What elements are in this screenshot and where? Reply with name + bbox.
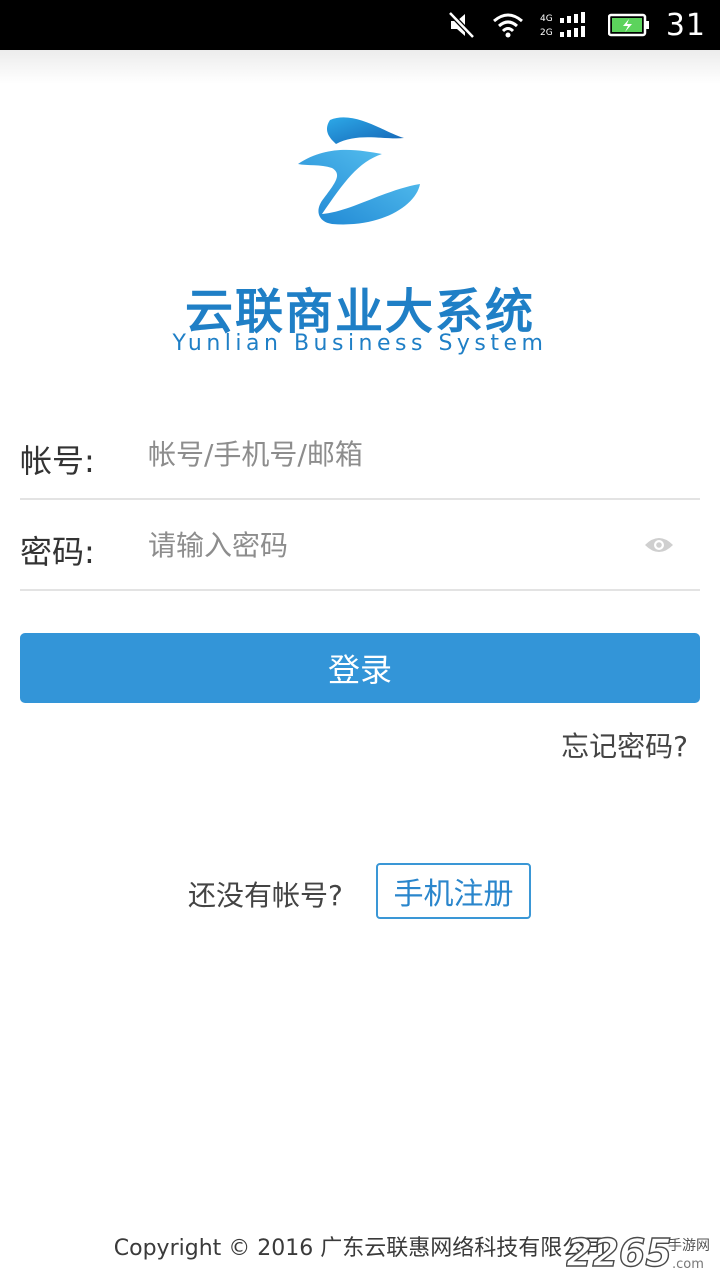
watermark-suffix: 手游网 (668, 1238, 710, 1254)
password-row: 密码: (20, 501, 700, 591)
account-input[interactable] (148, 424, 628, 484)
logo-icon (298, 117, 420, 225)
eye-icon[interactable] (644, 535, 674, 555)
forgot-password-link[interactable]: 忘记密码? (561, 725, 688, 765)
register-prompt: 还没有帐号? (188, 879, 343, 912)
watermark-logo: 2265 手游网 .com (566, 1230, 710, 1274)
login-button[interactable]: 登录 (20, 633, 700, 703)
wifi-icon (492, 13, 523, 38)
password-input[interactable] (148, 515, 628, 575)
network-label-2g: 2G (540, 28, 553, 38)
watermark-number: 2265 (566, 1231, 672, 1274)
status-time: 31 (665, 7, 706, 43)
status-bar: 4G 2G 31 (0, 0, 720, 50)
password-label: 密码: (20, 533, 95, 571)
network-label-4g: 4G (540, 14, 553, 24)
brand-name-english: Yunlian Business System (172, 331, 548, 356)
battery-icon (607, 13, 649, 37)
signal-icon: 4G 2G (540, 12, 585, 38)
header-shadow (0, 50, 720, 84)
account-label: 帐号: (20, 442, 95, 480)
watermark-domain: .com (672, 1257, 704, 1272)
account-row: 帐号: (20, 410, 700, 500)
phone-register-button[interactable]: 手机注册 (376, 863, 531, 919)
mute-icon (448, 11, 475, 39)
